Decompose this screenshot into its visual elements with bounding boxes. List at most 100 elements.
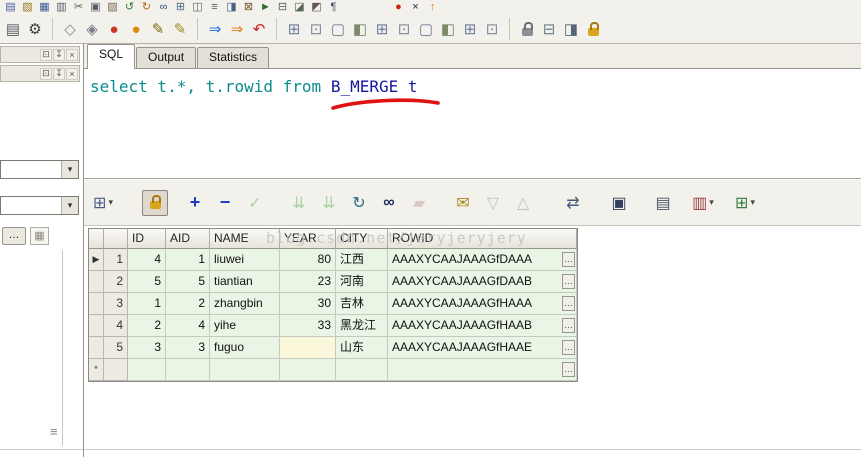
cell-rowid[interactable]: AAAXYCAAJAAAGfHAAA… [388,293,577,315]
open-icon[interactable]: ▧ [19,1,36,14]
cell-id[interactable]: 4 [128,249,166,271]
row-indicator[interactable] [89,293,104,315]
cell-id[interactable]: 3 [128,337,166,359]
find-icon[interactable]: ∞ [155,1,172,14]
cell-rowid[interactable]: AAAXYCAAJAAAGfDAAA… [388,249,577,271]
browser-window-icon[interactable]: ◧ [437,18,459,40]
sql-editor[interactable]: select t.*, t.rowid from B_MERGE t [84,69,861,178]
insert-row-button[interactable]: + [182,190,208,216]
session-monitor-icon[interactable]: ⊟ [538,18,560,40]
restore-icon[interactable]: ⊡ [40,49,52,61]
cell-city[interactable]: 吉林 [336,293,388,315]
package-window-icon[interactable]: ⊡ [481,18,503,40]
clear-button[interactable]: ▰ [406,190,432,216]
cell-rowid[interactable]: AAAXYCAAJAAAGfHAAE… [388,337,577,359]
job-icon[interactable]: ◩ [308,1,325,14]
cell-aid[interactable]: 1 [166,249,210,271]
close-icon[interactable]: × [66,68,78,80]
export-results-button[interactable]: ✉ [450,190,476,216]
cell-city[interactable] [336,359,388,381]
cell-city[interactable]: 山东 [336,337,388,359]
pin-icon[interactable]: ↧ [53,49,65,61]
cell-id[interactable] [128,359,166,381]
cell-id[interactable]: 5 [128,271,166,293]
row-number-cell[interactable]: 5 [104,337,128,359]
cell-ellipsis-button[interactable]: … [562,296,575,311]
lock-button[interactable] [142,190,168,216]
restore-icon[interactable]: ⊡ [40,68,52,80]
lock-icon[interactable] [509,18,538,40]
text-icon[interactable]: ¶ [325,1,342,14]
chevron-down-icon[interactable]: ▾ [61,197,78,214]
print-results-button[interactable]: ▤ [650,190,676,216]
undo-icon[interactable]: ↺ [121,1,138,14]
upload-icon[interactable]: ↑ [424,1,441,14]
cell-ellipsis-button[interactable]: … [562,274,575,289]
cell-aid[interactable]: 4 [166,315,210,337]
execute-window-icon[interactable]: ► [257,1,274,14]
cut-icon[interactable]: ✂ [70,1,87,14]
left-dropdown-1[interactable]: ▾ [0,160,79,179]
link-query-button[interactable]: ⇄ [560,190,586,216]
key-lock-icon[interactable] [582,18,604,40]
col-header-year[interactable]: YEAR [280,229,336,249]
cell-aid[interactable] [166,359,210,381]
cell-aid[interactable]: 5 [166,271,210,293]
new-icon[interactable]: ▤ [2,1,19,14]
cell-ellipsis-button[interactable]: … [562,362,575,377]
cell-city[interactable]: 河南 [336,271,388,293]
delete-row-button[interactable]: − [212,190,238,216]
close-icon[interactable]: × [66,49,78,61]
browse-button[interactable]: … [2,227,26,245]
row-indicator[interactable] [89,315,104,337]
copy-icon[interactable]: ▣ [87,1,104,14]
fetch-all-button[interactable]: ⇊ [316,190,342,216]
cell-aid[interactable]: 3 [166,337,210,359]
dock-panel-header-2[interactable]: ⊡↧× [0,65,80,82]
pen-icon[interactable]: ✎ [147,18,169,40]
filter-icon[interactable]: ▦ [30,227,49,245]
row-number-cell[interactable]: 4 [104,315,128,337]
cell-id[interactable]: 2 [128,315,166,337]
left-dropdown-2[interactable]: ▾ [0,196,79,215]
report-window-icon[interactable]: ◧ [349,18,371,40]
rollback-icon[interactable]: ↶ [248,18,270,40]
cell-year[interactable] [280,337,336,359]
diagram-window-icon[interactable]: ▢ [415,18,437,40]
execute-icon[interactable]: ⇒ [204,18,226,40]
procedure-window-icon[interactable]: ⊞ [459,18,481,40]
grid-window-icon[interactable]: ⊟ [274,1,291,14]
step-icon[interactable]: ⇒ [226,18,248,40]
paste-icon[interactable]: ▨ [104,1,121,14]
resize-grip[interactable]: ≡ [50,424,58,439]
row-indicator[interactable]: ▶ [89,249,104,271]
preferences-wrench-icon[interactable]: ⚙ [24,18,46,40]
monitor-icon[interactable]: ◨ [560,18,582,40]
stop-icon[interactable]: ● [390,1,407,14]
cell-name[interactable]: tiantian [210,271,280,293]
row-indicator[interactable] [89,337,104,359]
export-grid-button[interactable]: ⊞▾ [732,190,758,216]
cell-year[interactable]: 30 [280,293,336,315]
cell-name[interactable]: zhangbin [210,293,280,315]
cell-rowid[interactable]: … [388,359,577,381]
find-button[interactable]: ∞ [376,190,402,216]
copy-results-button[interactable]: ▥▾ [690,190,716,216]
next-set-button[interactable]: △ [510,190,536,216]
kill-session-icon[interactable]: × [407,1,424,14]
cell-year[interactable]: 23 [280,271,336,293]
cell-name[interactable]: fuguo [210,337,280,359]
tab-sql[interactable]: SQL [87,44,135,69]
col-header-rowid[interactable]: ROWID [388,229,577,249]
refresh-button[interactable]: ↻ [346,190,372,216]
post-changes-button[interactable]: ✓ [242,190,268,216]
cell-year[interactable] [280,359,336,381]
diamond-outline-icon[interactable]: ◇ [59,18,81,40]
tab-output[interactable]: Output [136,47,196,68]
save-icon[interactable]: ▦ [36,1,53,14]
chart-window-icon[interactable]: ◪ [291,1,308,14]
cell-ellipsis-button[interactable]: … [562,318,575,333]
dock-panel-header-1[interactable]: ⊡↧× [0,46,80,63]
plsql-window-icon[interactable]: ▢ [327,18,349,40]
describe-icon[interactable]: ≡ [206,1,223,14]
